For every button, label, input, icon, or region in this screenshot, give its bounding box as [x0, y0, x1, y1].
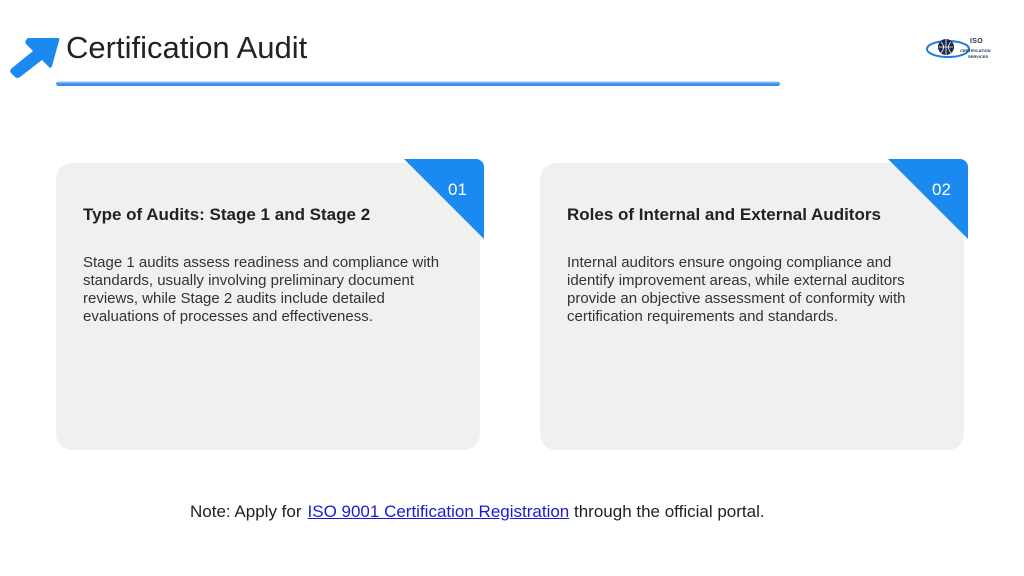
card-number: 01	[448, 180, 467, 199]
card-body: Stage 1 audits assess readiness and comp…	[83, 254, 440, 325]
arrow-up-right-icon	[10, 38, 60, 78]
footer-note: Note: Apply for ISO 9001 Certification Re…	[190, 502, 765, 522]
card-number: 02	[932, 180, 951, 199]
registration-link[interactable]: ISO 9001 Certification Registration	[308, 502, 570, 521]
company-logo: ISO CERTIFICATION SERVICES	[926, 34, 996, 66]
logo-text-iso: ISO	[970, 38, 983, 45]
logo-text-services: SERVICES	[968, 54, 989, 59]
card-heading: Roles of Internal and External Auditors	[567, 205, 881, 224]
card-body: Internal auditors ensure ongoing complia…	[567, 254, 906, 325]
title-underline	[56, 81, 780, 86]
logo-text-certification: CERTIFICATION	[960, 48, 991, 53]
card-heading: Type of Audits: Stage 1 and Stage 2	[83, 205, 371, 224]
note-suffix: through the official portal.	[569, 502, 765, 521]
note-prefix: Note: Apply for	[190, 502, 302, 521]
page-title: Certification Audit	[66, 30, 308, 65]
